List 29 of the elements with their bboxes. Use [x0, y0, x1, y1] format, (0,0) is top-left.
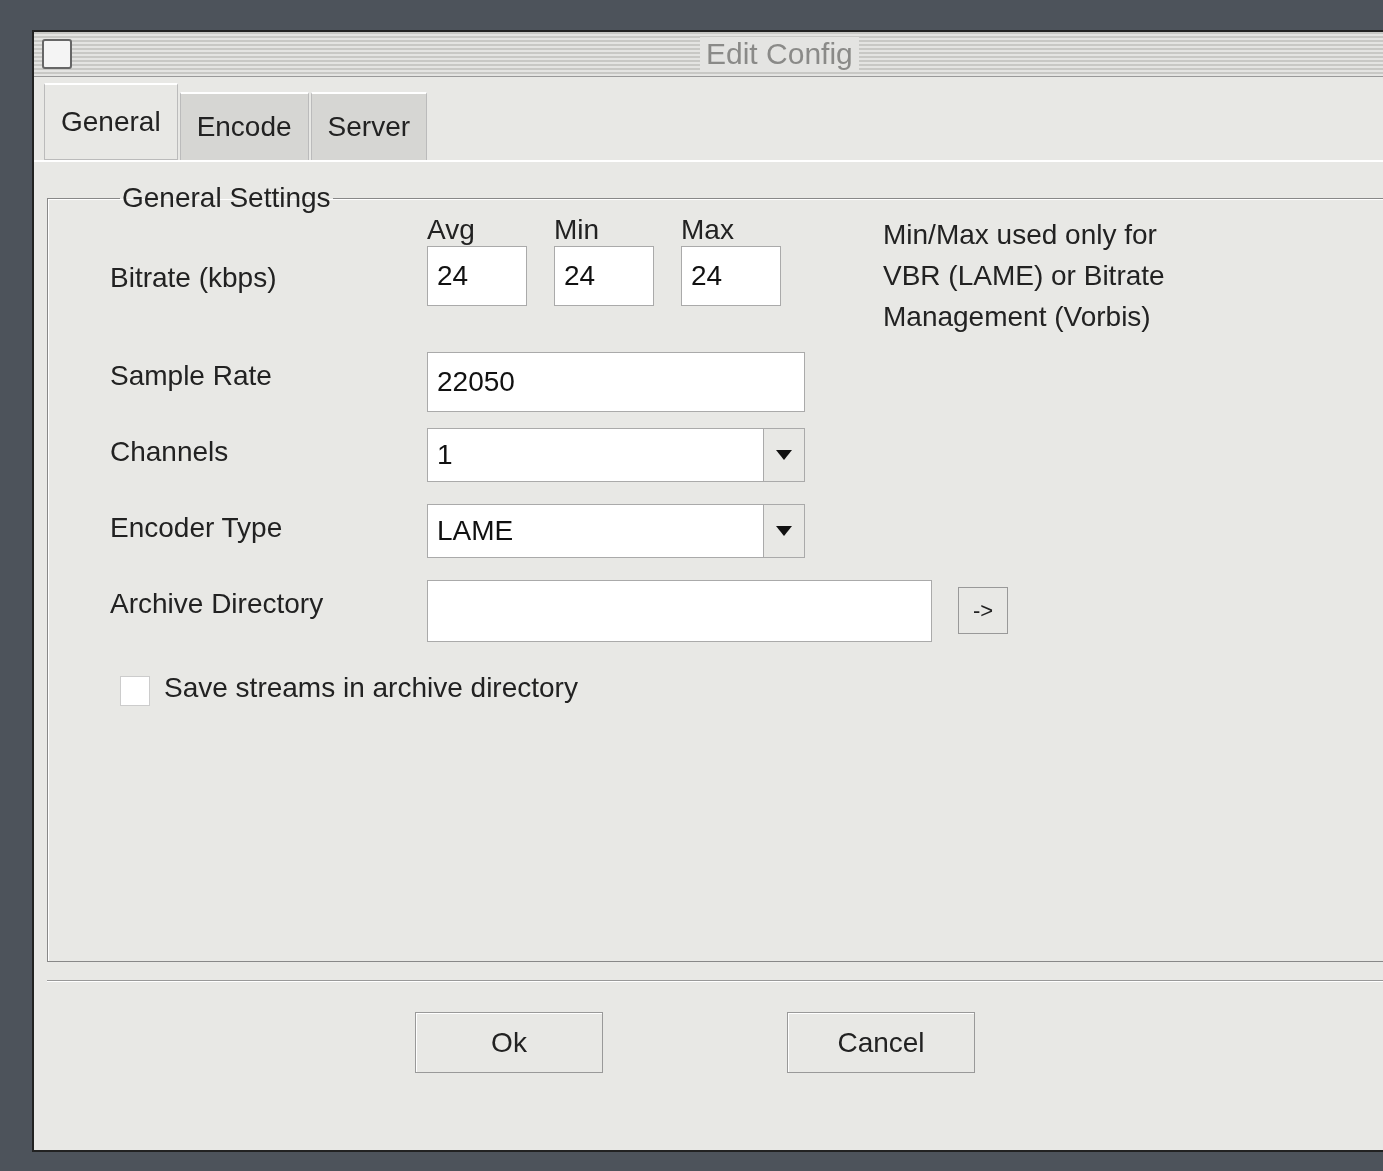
column-header: Max — [681, 214, 735, 246]
checkbox[interactable] — [120, 676, 150, 706]
dropdown[interactable]: 1 — [427, 428, 805, 482]
dialog-button[interactable]: Cancel — [787, 1012, 975, 1073]
field-label: Bitrate (kbps) — [110, 261, 278, 294]
group-title: General Settings — [121, 182, 332, 214]
column-header: Min — [554, 214, 601, 246]
field-label: Channels — [110, 435, 230, 468]
input-field[interactable]: 24 — [681, 246, 781, 306]
help-text: Min/Max used only for VBR (LAME) or Bitrate Management (Vorbis) — [883, 218, 1165, 334]
field-label: Encoder Type — [110, 511, 284, 544]
field-label: Sample Rate — [110, 359, 273, 392]
input-field[interactable]: 24 — [427, 246, 527, 306]
tab[interactable]: General — [44, 83, 178, 160]
input-field[interactable]: 22050 — [427, 352, 805, 412]
field-label: Archive Directory — [110, 587, 325, 620]
tab[interactable]: Encode — [179, 92, 309, 160]
dropdown[interactable]: LAME — [427, 504, 805, 558]
column-header: Avg — [427, 214, 476, 246]
window-title: Edit Config — [700, 37, 859, 71]
dropdown-caret-icon — [776, 450, 792, 460]
browse-button[interactable]: -> — [958, 587, 1008, 634]
dropdown-caret-icon — [776, 526, 792, 536]
dialog-button[interactable]: Ok — [415, 1012, 603, 1073]
tab[interactable]: Server — [310, 92, 428, 160]
checkbox-label: Save streams in archive directory — [164, 672, 578, 704]
input-field[interactable]: 24 — [554, 246, 654, 306]
window-menu-button[interactable] — [42, 39, 72, 69]
input-field[interactable] — [427, 580, 932, 642]
